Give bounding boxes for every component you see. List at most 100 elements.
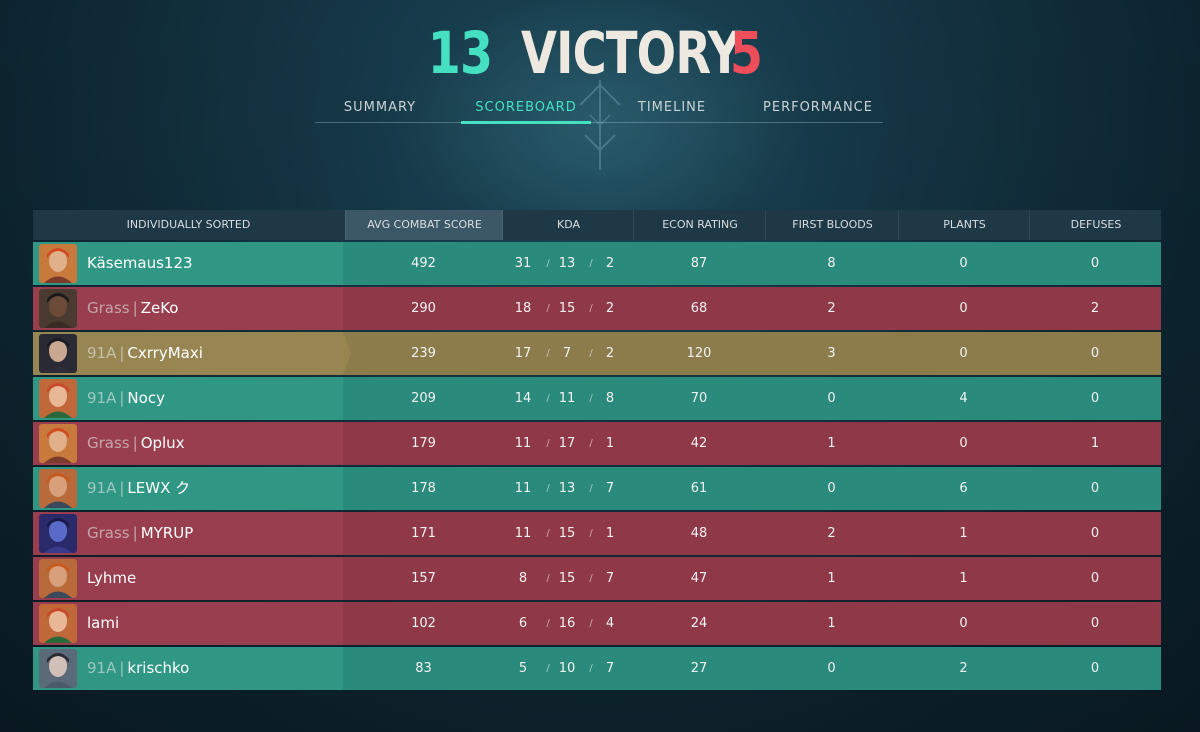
agent-4-icon — [39, 379, 77, 418]
player-name: Grass | MYRUP — [87, 512, 193, 555]
first-bloods-value: 1 — [827, 571, 836, 586]
tag-separator: | — [119, 389, 125, 407]
plants-value: 6 — [959, 481, 968, 496]
enemy-score: 5 — [729, 19, 763, 87]
player-name-text: MYRUP — [140, 524, 194, 542]
kda-separator: / — [546, 483, 550, 494]
player-name-text: LEWX ク — [127, 479, 191, 497]
first-bloods-value: 0 — [827, 661, 836, 676]
team-tag: Grass — [87, 524, 130, 542]
defuses-value: 0 — [1090, 346, 1100, 361]
kills-value: 6 — [518, 616, 528, 631]
deaths-value: 13 — [558, 481, 576, 496]
kills-value: 5 — [518, 661, 528, 676]
assists-value: 7 — [605, 481, 615, 496]
column-header-sort[interactable]: INDIVIDUALLY SORTED — [33, 210, 344, 240]
match-result-title: VICTORY — [521, 19, 741, 87]
player-name: 91A | Nocy — [87, 377, 165, 420]
table-row[interactable]: Käsemaus123 492 31 / 13 / 2 87 8 0 0 — [33, 242, 1161, 285]
assists-value: 1 — [605, 436, 615, 451]
kda-separator: / — [546, 348, 550, 359]
player-name-text: CxrryMaxi — [127, 344, 203, 362]
player-cell: 91A | CxrryMaxi — [33, 332, 343, 375]
acs-value: 179 — [411, 436, 436, 451]
deaths-value: 13 — [558, 256, 576, 271]
table-row[interactable]: Grass | ZeKo 290 18 / 15 / 2 68 2 0 2 — [33, 287, 1161, 330]
deaths-value: 16 — [558, 616, 576, 631]
defuses-value: 0 — [1090, 391, 1100, 406]
kda-separator: / — [589, 618, 593, 629]
team-tag: 91A — [87, 479, 117, 497]
agent-2-icon — [39, 289, 77, 328]
table-row[interactable]: Grass | Oplux 179 11 / 17 / 1 42 1 0 1 — [33, 422, 1161, 465]
acs-value: 102 — [411, 616, 436, 631]
tab-performance[interactable]: PERFORMANCE — [761, 94, 875, 122]
column-header-econ[interactable]: ECON RATING — [633, 210, 766, 240]
tab-bar: SUMMARY SCOREBOARD TIMELINE PERFORMANCE — [315, 94, 883, 124]
ally-score: 13 — [427, 19, 493, 87]
player-cell: Lyhme — [33, 557, 343, 600]
acs-value: 492 — [411, 256, 436, 271]
assists-value: 2 — [605, 256, 615, 271]
deaths-value: 15 — [558, 571, 576, 586]
player-cell: Grass | MYRUP — [33, 512, 343, 555]
player-name: Käsemaus123 — [87, 242, 193, 285]
assists-value: 1 — [605, 526, 615, 541]
tab-scoreboard[interactable]: SCOREBOARD — [461, 94, 591, 124]
tab-timeline[interactable]: TIMELINE — [619, 94, 725, 122]
deaths-value: 10 — [558, 661, 576, 676]
match-header: 13 VICTORY 5 — [0, 14, 1200, 87]
acs-value: 239 — [411, 346, 436, 361]
first-bloods-value: 0 — [827, 391, 836, 406]
player-name: 91A | LEWX ク — [87, 467, 190, 510]
tag-separator: | — [119, 344, 125, 362]
player-name-text: lami — [87, 614, 120, 632]
table-row[interactable]: Lyhme 157 8 / 15 / 7 47 1 1 0 — [33, 557, 1161, 600]
player-name-text: ZeKo — [140, 299, 179, 317]
agent-6-icon — [39, 514, 77, 553]
player-cell: 91A | krischko — [33, 647, 343, 690]
column-header-defuses[interactable]: DEFUSES — [1029, 210, 1162, 240]
kda-separator: / — [546, 618, 550, 629]
econ-value: 61 — [690, 481, 708, 496]
kills-value: 18 — [514, 301, 532, 316]
acs-value: 290 — [411, 301, 436, 316]
column-header-plants[interactable]: PLANTS — [898, 210, 1030, 240]
table-row[interactable]: 91A | krischko 83 5 / 10 / 7 27 0 2 0 — [33, 647, 1161, 690]
kda-separator: / — [589, 258, 593, 269]
player-name: lami — [87, 602, 119, 645]
table-row[interactable]: 91A | Nocy 209 14 / 11 / 8 70 0 4 0 — [33, 377, 1161, 420]
assists-value: 7 — [605, 571, 615, 586]
column-header-kda[interactable]: KDA — [502, 210, 634, 240]
column-header-first-bloods[interactable]: FIRST BLOODS — [765, 210, 899, 240]
player-name-text: Nocy — [127, 389, 165, 407]
agent-5-icon — [39, 469, 77, 508]
tag-separator: | — [119, 659, 125, 677]
table-row[interactable]: 91A | CxrryMaxi 239 17 / 7 / 2 120 3 0 0 — [33, 332, 1161, 375]
kills-value: 31 — [514, 256, 532, 271]
deaths-value: 7 — [562, 346, 572, 361]
kda-separator: / — [589, 438, 593, 449]
kda-separator: / — [589, 663, 593, 674]
deaths-value: 15 — [558, 526, 576, 541]
player-name-text: Käsemaus123 — [87, 254, 193, 272]
table-row[interactable]: Grass | MYRUP 171 11 / 15 / 1 48 2 1 0 — [33, 512, 1161, 555]
column-header-acs[interactable]: AVG COMBAT SCORE — [345, 210, 503, 240]
plants-value: 0 — [959, 616, 968, 631]
table-row[interactable]: 91A | LEWX ク 178 11 / 13 / 7 61 0 6 0 — [33, 467, 1161, 510]
player-name-text: krischko — [127, 659, 190, 677]
table-row[interactable]: lami 102 6 / 16 / 4 24 1 0 0 — [33, 602, 1161, 645]
first-bloods-value: 1 — [827, 436, 836, 451]
defuses-value: 0 — [1090, 526, 1100, 541]
assists-value: 2 — [605, 346, 615, 361]
kda-separator: / — [546, 258, 550, 269]
first-bloods-value: 8 — [827, 256, 836, 271]
player-cell: 91A | Nocy — [33, 377, 343, 420]
tab-summary[interactable]: SUMMARY — [329, 94, 431, 122]
defuses-value: 0 — [1090, 616, 1100, 631]
agent-4-icon — [39, 604, 77, 643]
tag-separator: | — [132, 434, 138, 452]
defuses-value: 1 — [1090, 436, 1100, 451]
tag-separator: | — [119, 479, 125, 497]
kda-separator: / — [589, 573, 593, 584]
